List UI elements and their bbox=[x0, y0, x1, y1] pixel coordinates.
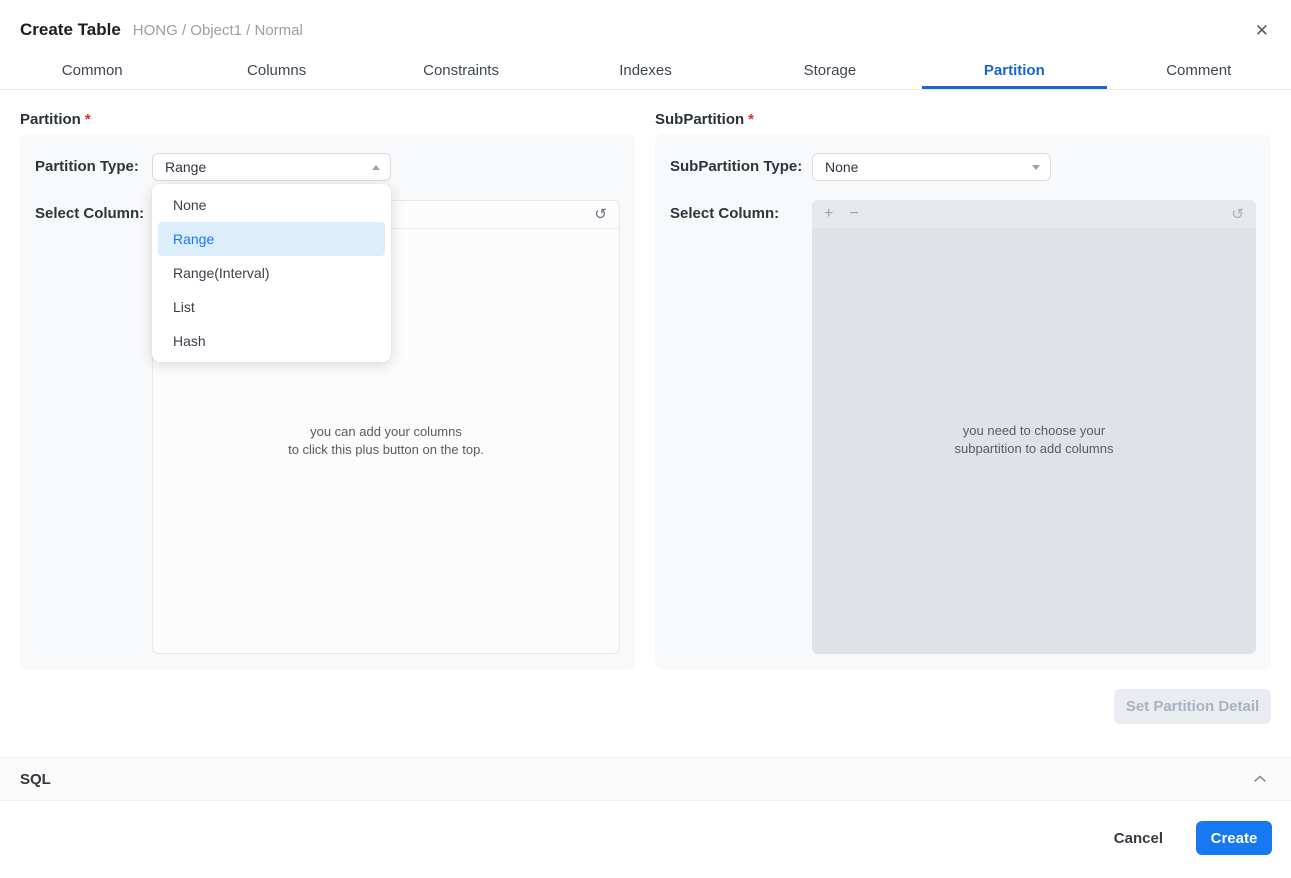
partition-columns-empty-hint: you can add your columns to click this p… bbox=[153, 423, 619, 459]
subpartition-select-column-label: Select Column: bbox=[670, 200, 812, 654]
chevron-up-icon[interactable] bbox=[1253, 772, 1267, 786]
hint-line-2: subpartition to add columns bbox=[812, 440, 1256, 458]
dialog-footer: Cancel Create bbox=[0, 801, 1291, 855]
tab-comment[interactable]: Comment bbox=[1107, 52, 1291, 89]
remove-column-icon-disabled[interactable]: − bbox=[849, 206, 858, 222]
subpartition-type-value: None bbox=[825, 159, 1032, 175]
subpartition-section-title: SubPartition* bbox=[655, 111, 1271, 128]
refresh-icon[interactable]: ↺ bbox=[594, 207, 607, 222]
partition-type-label: Partition Type: bbox=[35, 153, 152, 181]
partition-type-dropdown: None Range Range(Interval) List Hash bbox=[152, 184, 391, 362]
close-icon[interactable]: ✕ bbox=[1255, 22, 1269, 39]
hint-line-1: you need to choose your bbox=[812, 422, 1256, 440]
dropdown-option-none[interactable]: None bbox=[158, 188, 385, 222]
tab-storage[interactable]: Storage bbox=[738, 52, 922, 89]
partition-panels: Partition Type: Range None Range Range(I… bbox=[0, 128, 1291, 670]
breadcrumb: HONG / Object1 / Normal bbox=[133, 22, 303, 39]
sql-section-label: SQL bbox=[20, 771, 1253, 788]
dropdown-option-range-interval[interactable]: Range(Interval) bbox=[158, 256, 385, 290]
subpartition-required-mark: * bbox=[748, 111, 754, 128]
tab-common[interactable]: Common bbox=[0, 52, 184, 89]
set-partition-detail-button[interactable]: Set Partition Detail bbox=[1114, 689, 1271, 724]
subpartition-columns-empty-hint: you need to choose your subpartition to … bbox=[812, 422, 1256, 458]
subpartition-columns-box: + − ↺ you need to choose your subpartiti… bbox=[812, 200, 1256, 654]
partition-type-select-wrap: Range None Range Range(Interval) List Ha… bbox=[152, 153, 391, 181]
dropdown-option-list[interactable]: List bbox=[158, 290, 385, 324]
tab-columns[interactable]: Columns bbox=[184, 52, 368, 89]
refresh-icon-disabled[interactable]: ↺ bbox=[1231, 207, 1244, 222]
partition-select-column-label: Select Column: bbox=[35, 200, 152, 654]
hint-line-1: you can add your columns bbox=[153, 423, 619, 441]
subpartition-panel: SubPartition Type: None Select Column: +… bbox=[655, 134, 1271, 670]
subpartition-type-label: SubPartition Type: bbox=[670, 153, 812, 181]
subpartition-type-select-wrap: None bbox=[812, 153, 1051, 181]
partition-section-title: Partition* bbox=[20, 111, 635, 128]
subpartition-type-row: SubPartition Type: None bbox=[670, 153, 1256, 181]
create-button[interactable]: Create bbox=[1196, 821, 1272, 855]
caret-up-icon bbox=[372, 165, 380, 170]
sql-section-header[interactable]: SQL bbox=[0, 757, 1291, 801]
section-titles: Partition* SubPartition* bbox=[0, 90, 1291, 128]
partition-type-value: Range bbox=[165, 159, 372, 175]
subpartition-columns-toolbar: + − ↺ bbox=[812, 200, 1256, 228]
tab-partition[interactable]: Partition bbox=[922, 52, 1106, 89]
subpartition-title-text: SubPartition bbox=[655, 111, 744, 128]
create-table-dialog: Create Table HONG / Object1 / Normal ✕ C… bbox=[0, 0, 1291, 878]
dialog-title: Create Table bbox=[20, 20, 121, 40]
tab-indexes[interactable]: Indexes bbox=[553, 52, 737, 89]
partition-title-text: Partition bbox=[20, 111, 81, 128]
detail-row: Set Partition Detail bbox=[0, 670, 1291, 724]
dropdown-option-range[interactable]: Range bbox=[158, 222, 385, 256]
partition-type-row: Partition Type: Range None Range Range(I… bbox=[35, 153, 620, 181]
hint-line-2: to click this plus button on the top. bbox=[153, 441, 619, 459]
tab-bar: Common Columns Constraints Indexes Stora… bbox=[0, 52, 1291, 90]
subpartition-type-select[interactable]: None bbox=[812, 153, 1051, 181]
cancel-button[interactable]: Cancel bbox=[1114, 830, 1163, 847]
dialog-header: Create Table HONG / Object1 / Normal ✕ bbox=[0, 0, 1291, 52]
dropdown-option-hash[interactable]: Hash bbox=[158, 324, 385, 358]
partition-required-mark: * bbox=[85, 111, 91, 128]
caret-down-icon bbox=[1032, 165, 1040, 170]
partition-panel: Partition Type: Range None Range Range(I… bbox=[20, 134, 635, 670]
tab-constraints[interactable]: Constraints bbox=[369, 52, 553, 89]
add-column-icon-disabled[interactable]: + bbox=[824, 206, 833, 222]
subpartition-select-column-row: Select Column: + − ↺ you need to choose … bbox=[670, 200, 1256, 654]
partition-type-select[interactable]: Range bbox=[152, 153, 391, 181]
